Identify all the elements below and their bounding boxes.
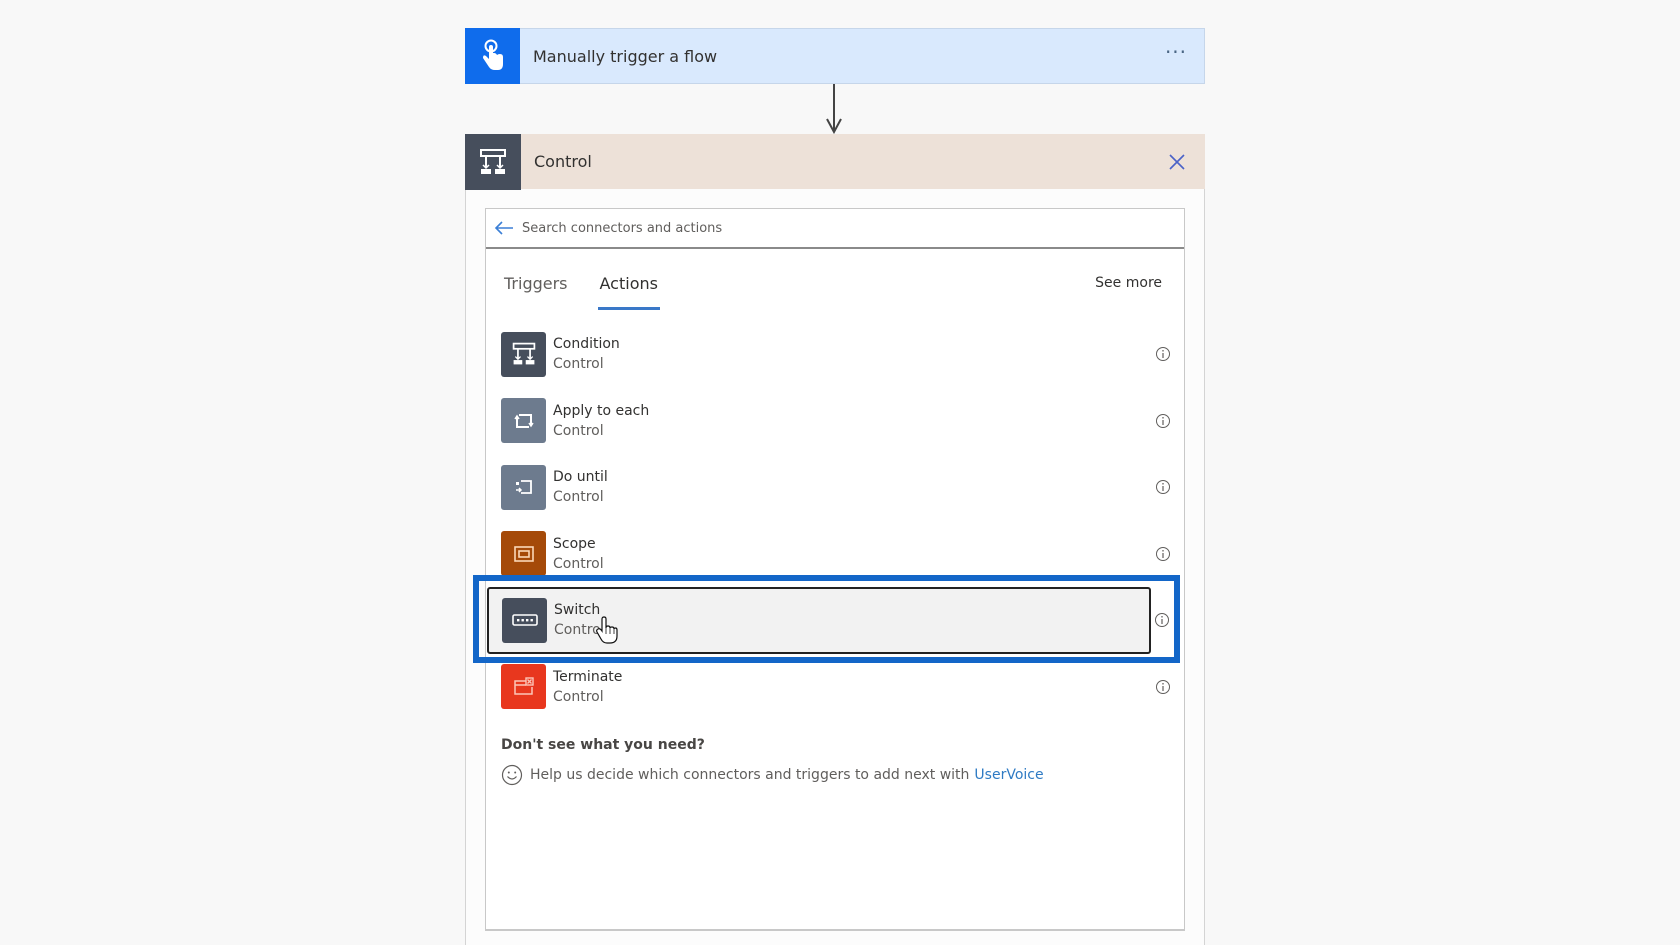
tab-actions[interactable]: Actions <box>597 249 661 311</box>
more-options-button[interactable]: ··· <box>1156 42 1196 65</box>
help-title: Don't see what you need? <box>501 737 705 753</box>
help-section: Don't see what you need? Help us decide … <box>501 737 1044 786</box>
smiley-icon <box>501 764 523 786</box>
action-item-switch[interactable]: Switch Control <box>487 587 1169 654</box>
tab-bar: Triggers Actions See more <box>486 249 1184 311</box>
terminate-icon <box>501 664 546 710</box>
action-name: Condition <box>553 336 620 353</box>
info-icon[interactable] <box>1155 346 1171 362</box>
control-header: Control <box>465 133 1205 190</box>
action-category: Control <box>553 555 604 572</box>
action-category: Control <box>553 356 604 373</box>
info-icon[interactable] <box>1155 413 1171 429</box>
action-category: Control <box>553 422 604 439</box>
info-icon[interactable] <box>1154 612 1170 628</box>
action-name: Do until <box>553 469 608 486</box>
see-more-link[interactable]: See more <box>1095 275 1162 291</box>
back-arrow-icon[interactable] <box>494 220 514 236</box>
tab-triggers[interactable]: Triggers <box>504 249 568 311</box>
loop-icon <box>501 398 546 444</box>
action-category: Control <box>553 489 604 506</box>
help-line: Help us decide which connectors and trig… <box>501 764 1044 786</box>
do-until-icon <box>501 464 546 510</box>
uservoice-link[interactable]: UserVoice <box>974 767 1043 783</box>
action-picker-panel: Triggers Actions See more Condition Cont… <box>485 208 1185 931</box>
action-category: Control <box>553 688 604 705</box>
close-icon <box>1169 153 1185 170</box>
trigger-title: Manually trigger a flow <box>533 46 718 66</box>
action-item-do-until[interactable]: Do until Control <box>486 454 1184 521</box>
arrow-down-icon <box>826 118 842 134</box>
info-icon[interactable] <box>1155 546 1171 562</box>
action-name: Terminate <box>553 668 623 685</box>
action-item-terminate[interactable]: Terminate Control <box>486 654 1184 721</box>
action-item-apply-to-each[interactable]: Apply to each Control <box>486 388 1184 455</box>
search-box <box>486 209 1184 249</box>
search-input[interactable] <box>522 220 1184 236</box>
info-icon[interactable] <box>1155 679 1171 695</box>
condition-icon <box>465 133 521 190</box>
control-card: Control Triggers Actions See more <box>465 133 1205 945</box>
close-button[interactable] <box>1157 142 1197 182</box>
action-name: Scope <box>553 535 596 552</box>
touch-hand-icon <box>465 28 520 84</box>
action-item-scope[interactable]: Scope Control <box>486 521 1184 588</box>
control-title: Control <box>534 152 592 171</box>
action-category: Control <box>554 622 605 639</box>
action-list: Condition Control Apply to each Control <box>486 321 1184 720</box>
info-icon[interactable] <box>1155 479 1171 495</box>
condition-icon <box>501 331 546 377</box>
scope-icon <box>501 531 546 577</box>
action-name: Apply to each <box>553 402 650 419</box>
switch-icon <box>502 597 547 643</box>
help-text: Help us decide which connectors and trig… <box>530 767 970 783</box>
action-item-condition[interactable]: Condition Control <box>486 321 1184 388</box>
trigger-card[interactable]: Manually trigger a flow ··· <box>465 28 1205 84</box>
action-name: Switch <box>554 602 601 619</box>
